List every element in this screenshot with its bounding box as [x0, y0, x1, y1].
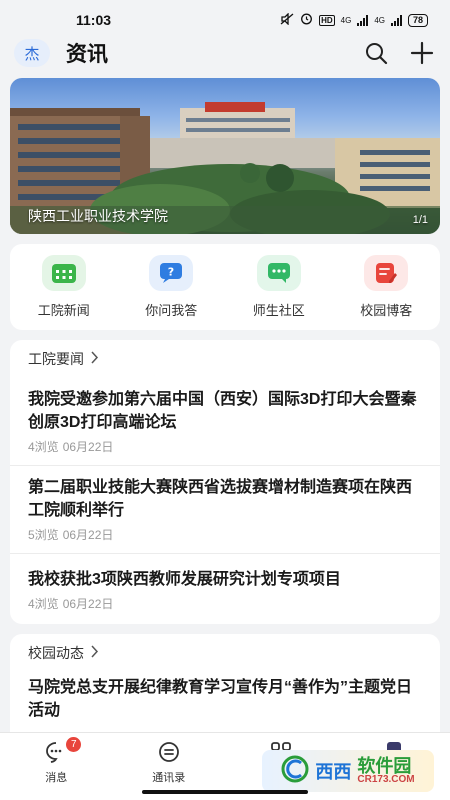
section-title: 校园动态 — [28, 645, 84, 661]
banner-page-indicator: 1/1 — [412, 214, 428, 226]
news-title: 我院受邀参加第六届中国（西安）国际3D打印大会暨秦创原3D打印高端论坛 — [28, 391, 417, 431]
search-icon[interactable] — [362, 39, 390, 67]
news-title: 第二届职业技能大赛陕西省选拔赛增材制造赛项在陕西工院顺利举行 — [28, 479, 413, 519]
tab-messages[interactable]: 7 消息 — [16, 737, 96, 785]
watermark-text-c: CR173.COM — [357, 774, 415, 785]
quick-link-label: 你问我答 — [145, 303, 198, 318]
signal-icon — [357, 14, 369, 26]
news-title: 我校获批3项陕西教师发展研究计划专项项目 — [28, 571, 341, 588]
quick-link-blog[interactable]: 校园博客 — [341, 255, 431, 319]
section-header[interactable]: 工院要闻 — [10, 340, 440, 378]
news-date: 06月22日 — [62, 440, 114, 454]
chevron-right-icon — [90, 351, 99, 367]
news-date: 06月22日 — [62, 528, 114, 542]
question-chat-icon: ? — [149, 255, 194, 291]
news-section-headlines: 工院要闻 我院受邀参加第六届中国（西安）国际3D打印大会暨秦创原3D打印高端论坛… — [10, 340, 440, 624]
status-icons: HD 4G 4G 78 — [280, 11, 428, 28]
hd-badge: HD — [319, 14, 335, 26]
quick-link-qa[interactable]: ? 你问我答 — [126, 255, 216, 319]
banner-carousel[interactable]: 陕西工业职业技术学院 1/1 — [10, 78, 440, 234]
calendar-icon — [41, 255, 86, 291]
page-title: 资讯 — [66, 43, 108, 66]
network-label-2: 4G — [374, 15, 385, 25]
home-indicator[interactable] — [142, 790, 308, 794]
watermark-text-a: 西西 — [315, 762, 352, 782]
app-header: 杰 资讯 — [0, 32, 450, 74]
news-views: 5浏览 — [28, 528, 59, 542]
section-title: 工院要闻 — [28, 351, 84, 367]
contacts-icon — [156, 739, 182, 765]
avatar[interactable]: 杰 — [14, 39, 50, 67]
news-title: 马院党总支开展纪律教育学习宣传月“善作为”主题党日活动 — [28, 679, 413, 719]
unread-badge: 7 — [66, 737, 82, 752]
chat-bubble-icon — [256, 255, 301, 291]
news-meta: 4浏览 06月22日 — [28, 595, 422, 612]
quick-link-news[interactable]: 工院新闻 — [19, 255, 109, 319]
svg-text:?: ? — [168, 266, 174, 279]
news-meta: 5浏览 06月22日 — [28, 526, 422, 543]
chevron-right-icon — [90, 645, 99, 661]
quick-link-label: 校园博客 — [360, 303, 413, 318]
news-item[interactable]: 第二届职业技能大赛陕西省选拔赛增材制造赛项在陕西工院顺利举行 5浏览 06月22日 — [10, 466, 440, 554]
signal-icon-2 — [390, 14, 402, 26]
news-section-campus: 校园动态 马院党总支开展纪律教育学习宣传月“善作为”主题党日活动 — [10, 634, 440, 744]
tab-label: 消息 — [45, 772, 68, 784]
add-icon[interactable] — [408, 39, 436, 67]
news-item[interactable]: 我校获批3项陕西教师发展研究计划专项项目 4浏览 06月22日 — [10, 554, 440, 622]
quick-link-label: 师生社区 — [252, 303, 305, 318]
quick-link-label: 工院新闻 — [37, 303, 90, 318]
mute-icon — [280, 11, 294, 28]
banner-caption: 陕西工业职业技术学院 — [28, 208, 168, 224]
site-watermark: 西西 软件园 CR173.COM — [262, 750, 434, 792]
watermark-text-b: 软件园 — [357, 756, 412, 776]
quick-link-community[interactable]: 师生社区 — [234, 255, 324, 319]
news-views: 4浏览 — [28, 440, 59, 454]
blog-edit-icon — [364, 255, 409, 291]
news-views: 4浏览 — [28, 597, 59, 611]
network-label: 4G — [340, 15, 352, 25]
news-meta: 4浏览 06月22日 — [28, 438, 422, 455]
quick-links: 工院新闻 ? 你问我答 师生社区 校园博客 — [10, 244, 440, 330]
news-item[interactable]: 马院党总支开展纪律教育学习宣传月“善作为”主题党日活动 — [10, 672, 440, 732]
watermark-stack: 软件园 CR173.COM — [357, 757, 414, 785]
battery-icon: 78 — [407, 13, 428, 27]
watermark-logo-icon — [281, 755, 309, 788]
section-header[interactable]: 校园动态 — [10, 634, 440, 672]
news-item[interactable]: 我院受邀参加第六届中国（西安）国际3D打印大会暨秦创原3D打印高端论坛 4浏览 0… — [10, 378, 440, 466]
tab-label: 通讯录 — [152, 772, 186, 784]
news-date: 06月22日 — [62, 597, 114, 611]
status-time: 11:03 — [76, 12, 112, 28]
tab-contacts[interactable]: 通讯录 — [129, 739, 209, 785]
alarm-icon — [300, 12, 313, 28]
